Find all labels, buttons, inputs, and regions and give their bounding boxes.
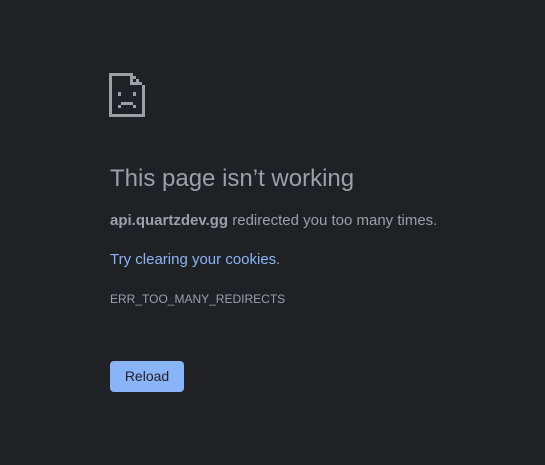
error-page: This page isn’t working api.quartzdev.gg… [0, 0, 545, 465]
error-summary-text: redirected you too many times. [228, 212, 438, 229]
sad-page-icon [109, 73, 145, 117]
reload-button[interactable]: Reload [110, 361, 184, 392]
error-host: api.quartzdev.gg [110, 212, 229, 229]
clear-cookies-link[interactable]: Try clearing your cookies [110, 251, 276, 268]
error-heading: This page isn’t working [110, 165, 355, 192]
error-summary: api.quartzdev.gg redirected you too many… [110, 211, 437, 231]
suggestion-suffix: . [276, 251, 281, 268]
error-code: ERR_TOO_MANY_REDIRECTS [110, 292, 286, 306]
error-suggestion: Try clearing your cookies. [110, 250, 280, 270]
